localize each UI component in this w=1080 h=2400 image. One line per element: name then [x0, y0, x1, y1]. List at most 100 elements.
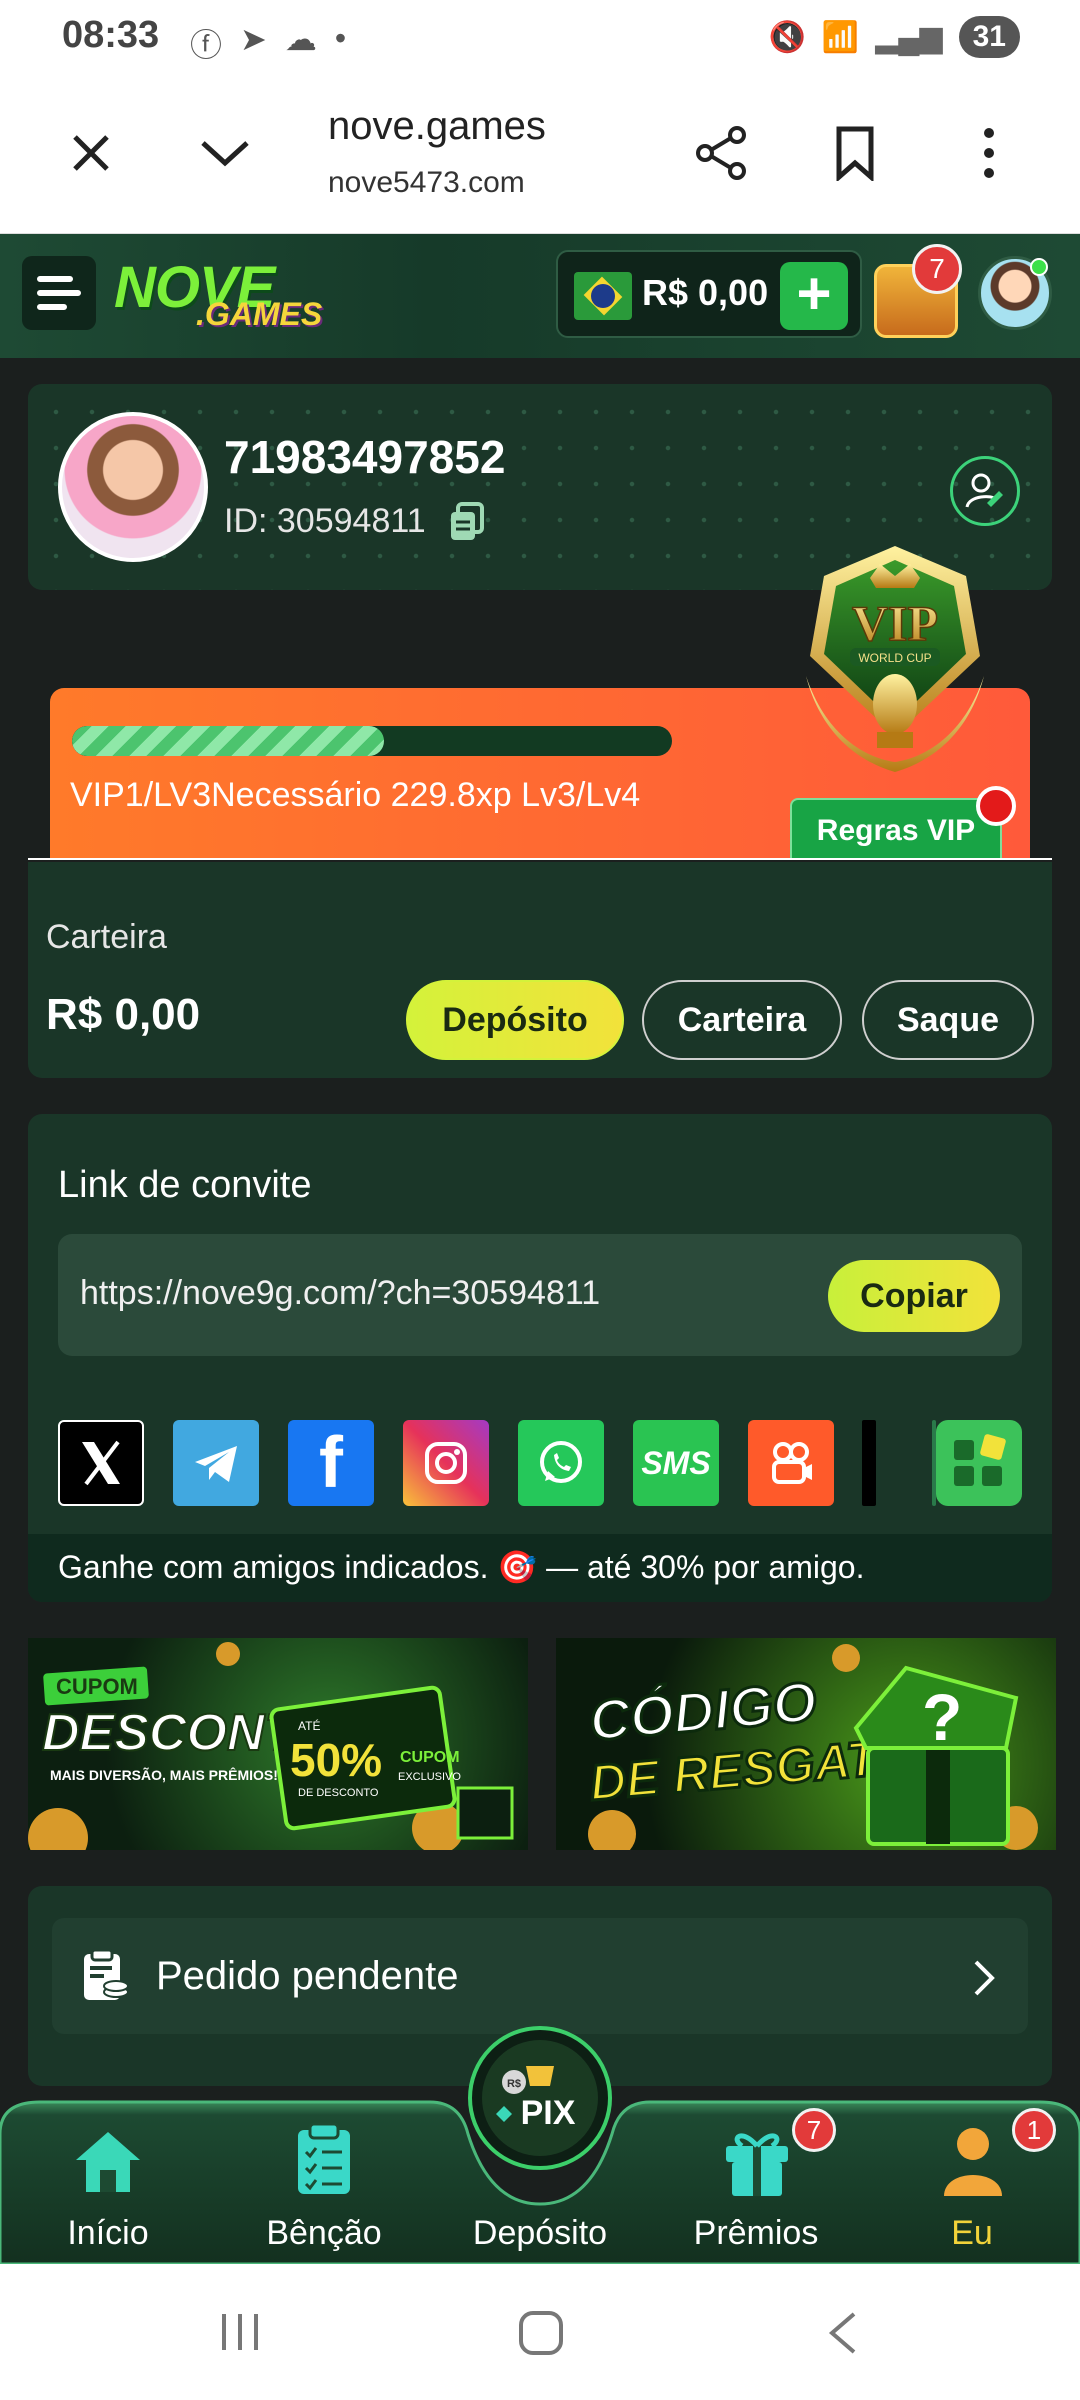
balance-box[interactable]: R$ 0,00 + [556, 250, 862, 338]
clipboard-coins-icon [84, 1948, 129, 2000]
copy-link-button[interactable]: Copiar [828, 1260, 1000, 1332]
nav-prizes[interactable]: 7 Prêmios [666, 2094, 846, 2264]
divider [28, 858, 1052, 860]
status-time: 08:33 [62, 14, 160, 56]
pix-deposit-icon: R$ PIX [468, 2026, 612, 2170]
close-icon[interactable] [56, 118, 126, 188]
wallet-amount: R$ 0,00 [46, 990, 201, 1039]
instagram-icon[interactable] [403, 1420, 489, 1506]
more-vert-icon[interactable] [954, 118, 1024, 188]
nav-prizes-label: Prêmios [693, 2214, 819, 2252]
pix-rs-label: R$ [507, 2078, 521, 2090]
back-icon[interactable] [826, 2310, 858, 2356]
nav-deposit[interactable]: R$ PIX Depósito [450, 2026, 630, 2264]
home-button-icon[interactable] [518, 2310, 564, 2356]
system-navigation-bar [0, 2264, 1080, 2400]
pix-label: PIX [521, 2094, 576, 2132]
invite-card: Link de convite https://nove9g.com/?ch=3… [28, 1114, 1052, 1602]
invite-footer-text: Ganhe com amigos indicados. 🎯 — até 30% … [58, 1549, 865, 1585]
vip-progress-fill [72, 726, 384, 756]
share-row: f SMS [58, 1420, 1022, 1506]
bookmark-icon[interactable] [820, 118, 890, 188]
user-icon [944, 2128, 1002, 2196]
withdraw-button[interactable]: Saque [862, 980, 1034, 1060]
coupon-tag: CUPOM [56, 1674, 138, 1699]
vip-status-text: VIP1/LV3Necessário 229.8xp Lv3/Lv4 [70, 776, 641, 814]
page-url[interactable]: nove5473.com [328, 166, 525, 200]
menu-button[interactable] [22, 256, 96, 330]
partial-share-icon[interactable] [862, 1420, 876, 1506]
coupon-percent-label: ATÉ [298, 1718, 320, 1733]
notification-icons: ⓕ ➤ ☁ • [190, 20, 346, 66]
pending-order-row[interactable]: Pedido pendente [52, 1918, 1028, 2034]
coupon-badge-sub: EXCLUSIVO [398, 1771, 461, 1783]
brazil-flag-icon [574, 272, 632, 320]
chevron-down-icon[interactable] [190, 118, 260, 188]
coupon-subtitle: MAIS DIVERSÃO, MAIS PRÊMIOS! [50, 1766, 278, 1783]
sms-icon[interactable]: SMS [633, 1420, 719, 1506]
kwai-icon[interactable] [748, 1420, 834, 1506]
signal-icon: ▂▄▆ [875, 20, 943, 54]
logo-sub: .GAMES [196, 296, 323, 332]
vip-world-cup-badge-icon: VIP WORLD CUP [806, 546, 984, 772]
telegram-notification-icon: ➤ [240, 21, 267, 57]
x-icon[interactable] [58, 1420, 144, 1506]
mute-icon: 🔇 [768, 20, 806, 54]
vip-badge-title: VIP [852, 595, 938, 651]
edit-profile-button[interactable] [950, 456, 1020, 526]
online-status-icon [1030, 258, 1048, 276]
vip-rules-button[interactable]: Regras VIP [790, 798, 1002, 860]
invite-footer: Ganhe com amigos indicados. 🎯 — até 30% … [28, 1534, 1052, 1602]
app-header: NOVE .GAMES R$ 0,00 + 7 [0, 234, 1080, 358]
coupon-discount-banner[interactable]: CUPOM DESCONTO MAIS DIVERSÃO, MAIS PRÊMI… [28, 1638, 528, 1850]
add-funds-button[interactable]: + [780, 262, 848, 330]
invite-link[interactable]: https://nove9g.com/?ch=30594811 [80, 1274, 600, 1313]
copy-id-icon[interactable] [448, 502, 486, 542]
recent-apps-icon[interactable] [218, 2312, 262, 2352]
nav-prizes-badge: 7 [792, 2108, 836, 2152]
nav-me-label: Eu [951, 2214, 993, 2252]
coupon-banner-art: CUPOM DESCONTO MAIS DIVERSÃO, MAIS PRÊMI… [28, 1642, 514, 1850]
header-balance: R$ 0,00 [642, 272, 769, 313]
vip-badge-sub: WORLD CUP [858, 651, 931, 665]
invite-title: Link de convite [58, 1164, 312, 1206]
facebook-icon[interactable]: f [288, 1420, 374, 1506]
more-apps-icon[interactable] [936, 1420, 1022, 1506]
redeem-banner-art: CÓDIGO DE RESGATE ? [586, 1644, 1038, 1850]
dot-icon: • [334, 20, 347, 56]
home-icon [76, 2132, 140, 2192]
whatsapp-icon[interactable] [518, 1420, 604, 1506]
page-title[interactable]: nove.games [328, 104, 546, 149]
bottom-navigation: Início Bênção R$ PIX Depósito 7 Prêmios … [0, 2026, 1080, 2264]
nav-blessing-label: Bênção [266, 2214, 382, 2252]
coupon-percent: 50% [290, 1734, 382, 1786]
nav-blessing[interactable]: Bênção [234, 2094, 414, 2264]
deposit-button[interactable]: Depósito [406, 980, 624, 1060]
vip-notification-dot [976, 786, 1016, 826]
profile-avatar[interactable] [58, 412, 208, 562]
chevron-right-icon [974, 1960, 995, 1996]
facebook-notification-icon: ⓕ [190, 27, 223, 63]
wallet-card: Carteira R$ 0,00 Depósito Carteira Saque [28, 862, 1052, 1078]
redeem-code-banner[interactable]: CÓDIGO DE RESGATE ? [556, 1638, 1056, 1850]
coupon-badge: CUPOM [400, 1749, 460, 1766]
nav-me[interactable]: 1 Eu [882, 2094, 1062, 2264]
pending-order-label: Pedido pendente [156, 1954, 459, 1998]
coupon-percent-sub: DE DESCONTO [298, 1787, 379, 1799]
menu-icon [37, 276, 81, 310]
wallet-button[interactable]: Carteira [642, 980, 842, 1060]
system-icons: 🔇 📶 ▂▄▆ 31 [768, 16, 1020, 58]
username: 71983497852 [224, 431, 506, 483]
telegram-icon[interactable] [173, 1420, 259, 1506]
share-icon[interactable] [686, 118, 756, 188]
chest-badge: 7 [912, 244, 962, 294]
gift-icon [726, 2133, 788, 2196]
user-id: ID: 30594811 [224, 502, 426, 540]
nav-home[interactable]: Início [18, 2094, 198, 2264]
user-edit-icon [965, 473, 1003, 508]
cloud-notification-icon: ☁ [284, 21, 317, 57]
invite-link-box: https://nove9g.com/?ch=30594811 Copiar [58, 1234, 1022, 1356]
checklist-icon [298, 2122, 350, 2194]
battery-icon: 31 [958, 16, 1020, 58]
vip-progress-bar [72, 726, 672, 756]
